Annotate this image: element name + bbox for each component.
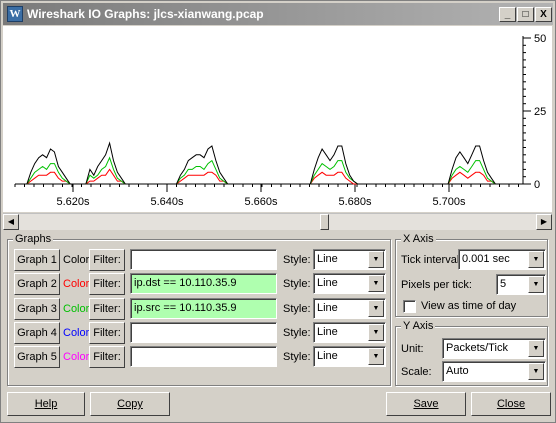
time-of-day-checkbox[interactable] (403, 300, 416, 313)
graph-3-style-value: Line (317, 302, 338, 314)
graph-1-style-value: Line (317, 253, 338, 265)
tick-interval-select[interactable]: 0.001 sec ▼ (458, 249, 546, 270)
chevron-down-icon[interactable]: ▼ (368, 348, 384, 365)
graph-3-style-label: Style: (283, 303, 311, 315)
pixels-per-tick-select[interactable]: 5 ▼ (496, 274, 546, 295)
title-bar[interactable]: W Wireshark IO Graphs: jlcs-xianwang.pca… (3, 3, 553, 25)
pixels-per-tick-value: 5 (500, 278, 507, 290)
chevron-down-icon[interactable]: ▼ (528, 276, 544, 293)
scroll-right-arrow-icon[interactable]: ▶ (536, 214, 552, 230)
help-button[interactable]: Help (7, 392, 85, 416)
graph-2-filter-button[interactable]: Filter: (89, 273, 125, 295)
io-graph-svg: 5.620s 5.640s 5.660s 5.680s 5.700s 0 25 50 (14, 33, 546, 208)
graph-5-color-label[interactable]: Color (63, 350, 89, 364)
y-tick-label: 25 (534, 106, 546, 118)
copy-button-label: Copy (117, 398, 143, 410)
graphs-group-label: Graphs (13, 233, 54, 245)
graph-5-filter-input[interactable] (130, 346, 277, 367)
scale-label: Scale: (401, 366, 432, 378)
graph-3-color-label[interactable]: Color (63, 302, 89, 316)
graph-3-button[interactable]: Graph 3 (14, 298, 60, 320)
graph-2-style-select[interactable]: Line ▼ (313, 273, 386, 294)
copy-button[interactable]: Copy (90, 392, 170, 416)
graph-4-style-value: Line (317, 326, 338, 338)
pixels-per-tick-label: Pixels per tick: (401, 279, 472, 291)
unit-label: Unit: (401, 343, 424, 355)
graph-3-filter-input[interactable]: ip.src == 10.110.35.9 (130, 298, 277, 319)
graph-4-style-label: Style: (283, 327, 311, 339)
graphs-group: Graphs Graph 1 Color Filter: Style: Line ▼ Gra… (7, 233, 391, 386)
chevron-down-icon[interactable]: ▼ (368, 300, 384, 317)
graph-2-button[interactable]: Graph 2 (14, 273, 60, 295)
chevron-down-icon[interactable]: ▼ (368, 251, 384, 268)
close-button[interactable]: Close (471, 392, 551, 416)
graph-1-style-label: Style: (283, 254, 311, 266)
graph-1-filter-input[interactable] (130, 249, 277, 270)
chevron-down-icon[interactable]: ▼ (368, 275, 384, 292)
close-window-button[interactable]: X (535, 7, 552, 22)
horizontal-scrollbar[interactable]: ◀ ▶ (3, 213, 552, 230)
graph-5-style-select[interactable]: Line ▼ (313, 346, 386, 367)
io-graphs-window: W Wireshark IO Graphs: jlcs-xianwang.pca… (0, 0, 556, 423)
x-tick-label: 5.660s (244, 196, 278, 208)
graph-4-color-label[interactable]: Color (63, 326, 89, 340)
save-button[interactable]: Save (386, 392, 466, 416)
unit-select[interactable]: Packets/Tick ▼ (442, 338, 546, 359)
scrollbar-thumb[interactable] (320, 214, 329, 230)
graph-5-style-label: Style: (283, 351, 311, 363)
io-graph-plot[interactable]: 5.620s 5.640s 5.660s 5.680s 5.700s 0 25 50 (3, 26, 552, 212)
maximize-button[interactable]: □ (517, 7, 534, 22)
graph-4-style-select[interactable]: Line ▼ (313, 322, 386, 343)
minimize-button[interactable]: _ (499, 7, 516, 22)
close-button-label: Close (496, 398, 526, 410)
window-title: Wireshark IO Graphs: jlcs-xianwang.pcap (27, 7, 264, 21)
graph-5-filter-button[interactable]: Filter: (89, 346, 125, 368)
unit-value: Packets/Tick (446, 342, 508, 354)
graph-4-filter-button[interactable]: Filter: (89, 322, 125, 344)
graph-2-style-value: Line (317, 277, 338, 289)
scroll-left-arrow-icon[interactable]: ◀ (3, 214, 19, 230)
chevron-down-icon[interactable]: ▼ (528, 340, 544, 357)
help-button-label: Help (34, 398, 58, 410)
graph-4-filter-input[interactable] (130, 322, 277, 343)
graph-1-button[interactable]: Graph 1 (14, 249, 60, 271)
wireshark-app-icon: W (7, 6, 23, 22)
graph-2-color-label[interactable]: Color (63, 277, 89, 291)
time-of-day-label: View as time of day (421, 300, 517, 312)
x-tick-label: 5.640s (150, 196, 184, 208)
chevron-down-icon[interactable]: ▼ (528, 251, 544, 268)
graph-5-style-value: Line (317, 350, 338, 362)
x-tick-label: 5.620s (56, 196, 90, 208)
x-tick-label: 5.700s (432, 196, 466, 208)
graph-5-button[interactable]: Graph 5 (14, 346, 60, 368)
graph-2-filter-input[interactable]: ip.dst == 10.110.35.9 (130, 273, 277, 294)
graph-1-filter-button[interactable]: Filter: (89, 249, 125, 271)
scale-value: Auto (446, 365, 469, 377)
scale-select[interactable]: Auto ▼ (442, 361, 546, 382)
chevron-down-icon[interactable]: ▼ (528, 363, 544, 380)
graph-3-style-select[interactable]: Line ▼ (313, 298, 386, 319)
chevron-down-icon[interactable]: ▼ (368, 324, 384, 341)
graph-4-button[interactable]: Graph 4 (14, 322, 60, 344)
y-axis-group-label: Y Axis (401, 320, 436, 332)
graph-3-filter-button[interactable]: Filter: (89, 298, 125, 320)
series-line-graph-3 (19, 156, 519, 185)
y-tick-label: 50 (534, 33, 546, 45)
tick-interval-label: Tick interval: (401, 254, 463, 266)
series-line-graph-2 (19, 168, 519, 185)
save-button-label: Save (413, 398, 439, 410)
graph-2-style-label: Style: (283, 278, 311, 290)
tick-interval-value: 0.001 sec (462, 253, 510, 265)
x-tick-label: 5.680s (338, 196, 372, 208)
y-axis-group: Y Axis Unit: Packets/Tick ▼ Scale: Auto … (395, 320, 548, 386)
y-tick-label: 0 (534, 179, 540, 191)
x-axis-group: X Axis Tick interval: 0.001 sec ▼ Pixels… (395, 233, 548, 317)
graph-1-style-select[interactable]: Line ▼ (313, 249, 386, 270)
graph-1-color-label[interactable]: Color (63, 253, 89, 267)
x-axis-group-label: X Axis (401, 233, 436, 245)
